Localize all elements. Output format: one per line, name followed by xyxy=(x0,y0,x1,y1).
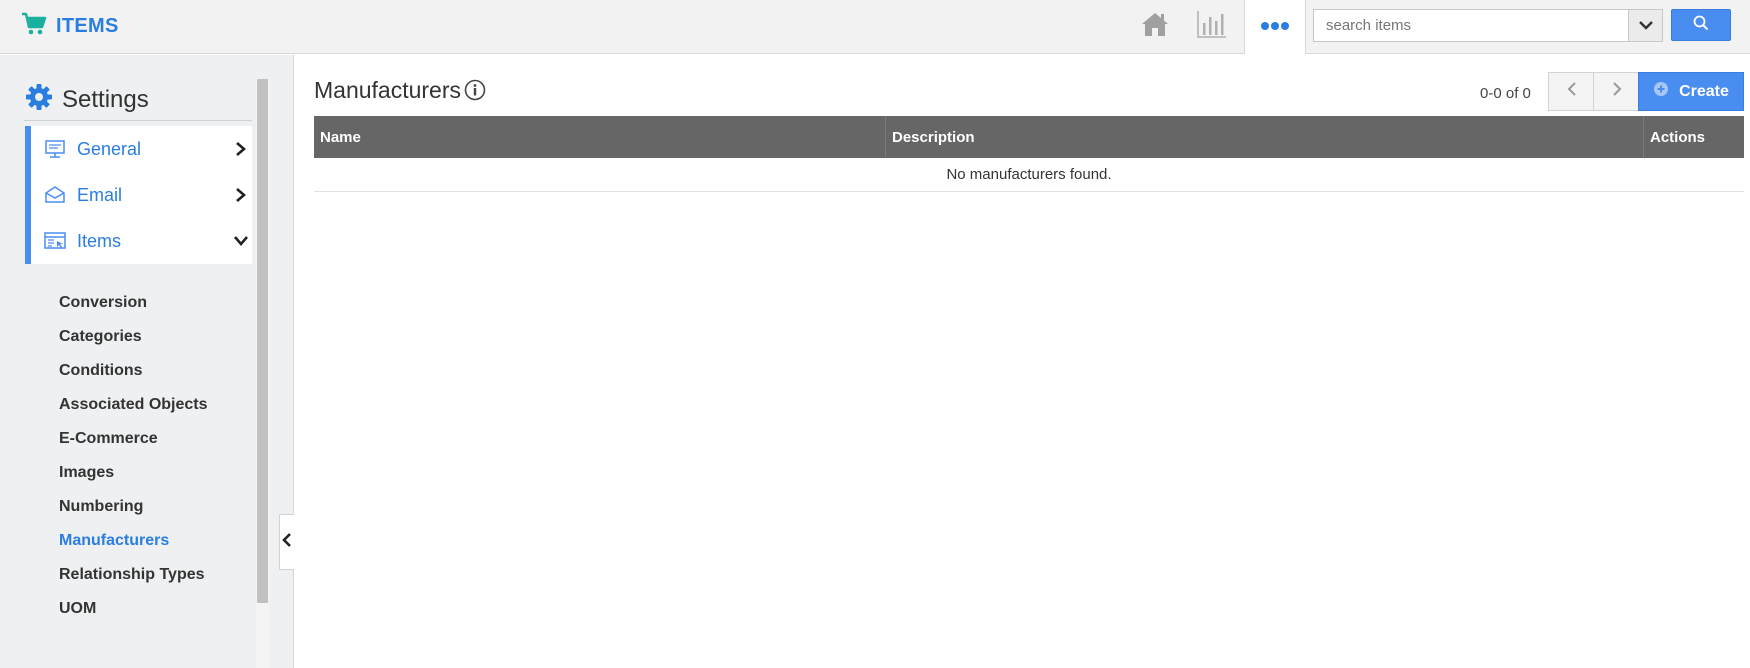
column-header-actions: Actions xyxy=(1650,128,1706,146)
more-menu-button[interactable] xyxy=(1244,0,1306,54)
info-icon[interactable] xyxy=(464,79,486,101)
main-content: Manufacturers 0-0 of 0 Create Name Descr xyxy=(295,55,1750,668)
pager-count: 0-0 of 0 xyxy=(1480,85,1531,102)
sidebar-item-e-commerce[interactable]: E-Commerce xyxy=(59,430,158,448)
settings-header: Settings xyxy=(24,79,252,121)
search-icon xyxy=(1693,15,1709,36)
monitor-icon xyxy=(43,137,67,161)
sidebar-item-images[interactable]: Images xyxy=(59,464,114,482)
collapse-sidebar-button[interactable] xyxy=(279,514,294,570)
create-button-label: Create xyxy=(1679,82,1729,100)
sidebar-item-manufacturers[interactable]: Manufacturers xyxy=(59,532,169,550)
manufacturers-table: Name Description Actions No manufacturer… xyxy=(314,116,1744,192)
column-header-description[interactable]: Description xyxy=(886,116,1644,158)
chevron-down-icon xyxy=(1638,17,1653,35)
reports-button[interactable] xyxy=(1194,10,1230,42)
search-button[interactable] xyxy=(1671,9,1731,41)
app-title: ITEMS xyxy=(56,14,119,37)
plus-circle-icon xyxy=(1653,81,1679,102)
search-scope-dropdown[interactable] xyxy=(1628,9,1663,42)
next-page-button[interactable] xyxy=(1593,72,1640,111)
sidebar-section-general[interactable]: General xyxy=(25,126,252,172)
search-input[interactable] xyxy=(1313,9,1629,42)
sidebar-item-conversion[interactable]: Conversion xyxy=(59,294,147,312)
gear-icon xyxy=(24,82,54,117)
settings-sidebar: Settings General Email Items Conversion … xyxy=(0,55,294,668)
chevron-right-icon xyxy=(1612,81,1622,102)
sidebar-section-items[interactable]: Items xyxy=(25,218,252,264)
more-dots-icon xyxy=(1260,18,1290,36)
sidebar-section-email[interactable]: Email xyxy=(25,172,252,218)
sidebar-section-label: Items xyxy=(77,230,122,251)
page-title: Manufacturers xyxy=(314,77,462,103)
chevron-right-icon xyxy=(232,186,250,204)
home-button[interactable] xyxy=(1137,10,1173,42)
sidebar-item-conditions[interactable]: Conditions xyxy=(59,362,143,380)
sidebar-item-relationship-types[interactable]: Relationship Types xyxy=(59,566,205,584)
sidebar-scrollbar-thumb[interactable] xyxy=(257,79,268,603)
empty-table-message: No manufacturers found. xyxy=(314,158,1744,192)
envelope-icon xyxy=(43,183,67,207)
column-header-name[interactable]: Name xyxy=(314,116,886,158)
chevron-left-icon xyxy=(1567,81,1577,102)
sidebar-item-categories[interactable]: Categories xyxy=(59,328,142,346)
create-button[interactable]: Create xyxy=(1638,72,1744,111)
previous-page-button[interactable] xyxy=(1548,72,1595,111)
chevron-left-icon xyxy=(282,532,292,552)
sidebar-item-uom[interactable]: UOM xyxy=(59,600,96,618)
table-header-row: Name Description Actions xyxy=(314,116,1744,158)
sidebar-item-associated-objects[interactable]: Associated Objects xyxy=(59,396,208,414)
app-brand[interactable]: ITEMS xyxy=(20,12,119,40)
settings-title: Settings xyxy=(62,85,149,113)
sidebar-section-label: General xyxy=(77,138,142,159)
top-bar: ITEMS xyxy=(0,0,1750,54)
items-window-icon xyxy=(43,229,67,253)
sidebar-item-numbering[interactable]: Numbering xyxy=(59,498,143,516)
home-icon xyxy=(1140,10,1170,43)
shopping-cart-icon xyxy=(20,10,48,43)
chevron-right-icon xyxy=(232,140,250,158)
bar-chart-icon xyxy=(1196,9,1228,44)
chevron-down-icon xyxy=(232,232,250,250)
sidebar-section-label: Email xyxy=(77,184,123,205)
